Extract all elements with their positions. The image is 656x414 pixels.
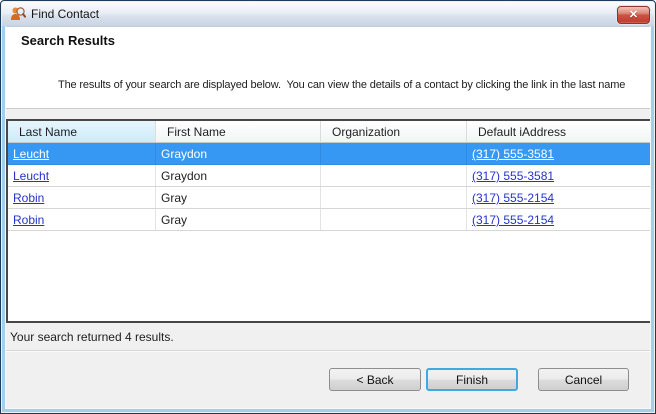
iaddress-link[interactable]: (317) 555-2154 [472, 191, 554, 205]
table-row[interactable]: Leucht Graydon (317) 555-3581 [8, 165, 650, 187]
table-header-row: Last Name First Name Organization Defaul… [8, 121, 650, 143]
organization-cell [321, 165, 467, 186]
iaddress-link[interactable]: (317) 555-2154 [472, 213, 554, 227]
iaddress-cell: (317) 555-2154 [467, 209, 650, 230]
close-icon: ✕ [629, 9, 638, 21]
last-name-link[interactable]: Robin [13, 191, 44, 205]
status-bar: Your search returned 4 results. [5, 323, 651, 350]
titlebar[interactable]: Find Contact ✕ [2, 2, 654, 27]
search-results-table: Last Name First Name Organization Defaul… [6, 119, 652, 323]
footer-divider [5, 350, 651, 352]
last-name-cell: Leucht [8, 165, 156, 186]
last-name-link[interactable]: Leucht [13, 169, 49, 183]
table-row[interactable]: Leucht Graydon (317) 555-3581 [8, 143, 650, 165]
wizard-header: Search Results The results of your searc… [2, 27, 654, 109]
last-name-link[interactable]: Leucht [13, 147, 49, 161]
cancel-button[interactable]: Cancel [538, 368, 629, 391]
organization-cell [321, 187, 467, 208]
last-name-cell: Robin [8, 209, 156, 230]
finish-button[interactable]: Finish [426, 368, 518, 391]
table-row[interactable]: Robin Gray (317) 555-2154 [8, 209, 650, 231]
last-name-cell: Leucht [8, 143, 156, 164]
last-name-cell: Robin [8, 187, 156, 208]
table-row[interactable]: Robin Gray (317) 555-2154 [8, 187, 650, 209]
iaddress-cell: (317) 555-3581 [467, 143, 650, 164]
find-contact-icon [10, 6, 26, 22]
iaddress-cell: (317) 555-3581 [467, 165, 650, 186]
column-header-default-iaddress[interactable]: Default iAddress [467, 121, 650, 143]
column-header-organization[interactable]: Organization [321, 121, 467, 143]
close-button[interactable]: ✕ [617, 6, 650, 24]
status-text: Your search returned 4 results. [10, 330, 174, 344]
iaddress-link[interactable]: (317) 555-3581 [472, 169, 554, 183]
page-title: Search Results [21, 33, 115, 48]
iaddress-cell: (317) 555-2154 [467, 187, 650, 208]
organization-cell [321, 143, 467, 164]
find-contact-dialog: Find Contact ✕ Search Results The result… [0, 0, 656, 414]
back-button[interactable]: < Back [329, 368, 421, 391]
column-header-last-name[interactable]: Last Name [8, 121, 156, 143]
page-description: The results of your search are displayed… [58, 48, 625, 109]
description-line: The results of your search are displayed… [58, 78, 625, 93]
first-name-cell: Graydon [156, 165, 321, 186]
organization-cell [321, 209, 467, 230]
column-header-first-name[interactable]: First Name [156, 121, 321, 143]
first-name-cell: Gray [156, 209, 321, 230]
first-name-cell: Gray [156, 187, 321, 208]
iaddress-link[interactable]: (317) 555-3581 [472, 147, 554, 161]
last-name-link[interactable]: Robin [13, 213, 44, 227]
window-title: Find Contact [31, 7, 99, 21]
first-name-cell: Graydon [156, 143, 321, 164]
